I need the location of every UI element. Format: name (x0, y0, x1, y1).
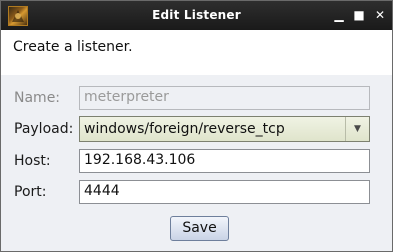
edit-listener-dialog: Edit Listener ▁ ■ ✕ Create a listener. N… (0, 0, 393, 252)
minimize-button[interactable]: ▁ (330, 6, 348, 24)
name-field: meterpreter (79, 86, 370, 110)
port-label: Port: (14, 184, 47, 200)
maximize-button[interactable]: ■ (350, 6, 368, 24)
port-input[interactable]: 4444 (79, 180, 370, 204)
close-button[interactable]: ✕ (371, 6, 389, 24)
header-panel: Create a listener. (1, 30, 392, 75)
payload-label: Payload: (14, 121, 74, 137)
title-bar[interactable]: Edit Listener ▁ ■ ✕ (1, 1, 392, 30)
payload-select[interactable]: windows/foreign/reverse_tcp ▼ (79, 116, 370, 142)
save-button[interactable]: Save (170, 216, 229, 241)
host-label: Host: (14, 153, 51, 169)
host-input[interactable]: 192.168.43.106 (79, 149, 370, 173)
name-label: Name: (14, 90, 61, 106)
payload-select-value: windows/foreign/reverse_tcp (84, 121, 285, 137)
header-text: Create a listener. (13, 39, 133, 55)
chevron-down-icon[interactable]: ▼ (345, 117, 369, 141)
